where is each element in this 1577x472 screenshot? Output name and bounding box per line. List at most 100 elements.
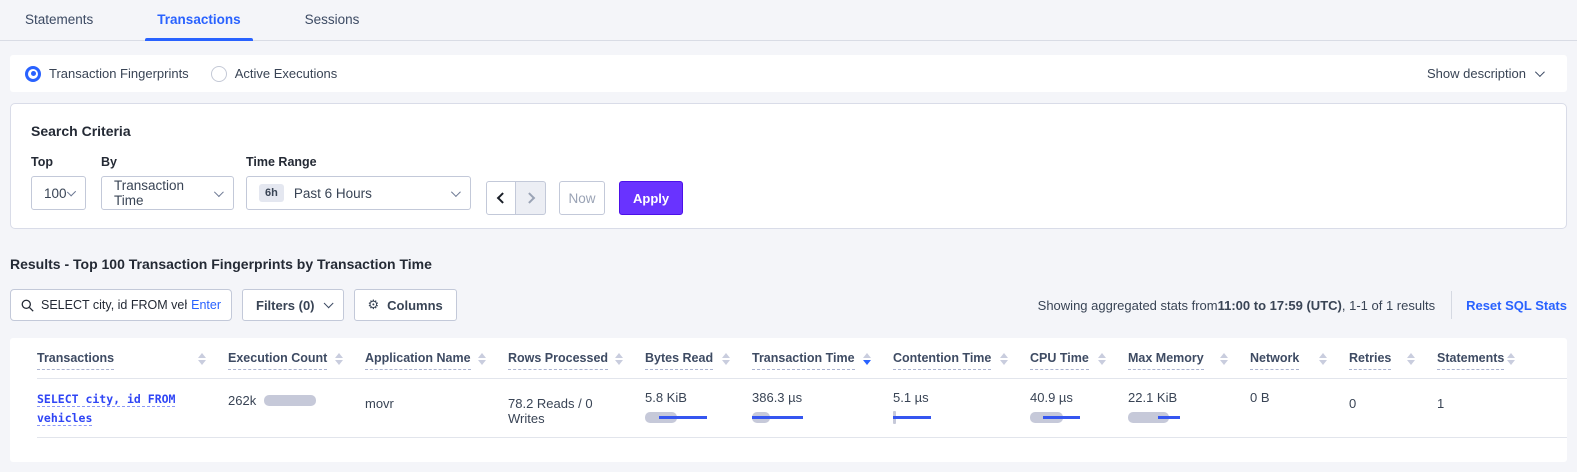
columns-button[interactable]: ⚙ Columns	[354, 289, 457, 321]
sort-icon[interactable]	[1000, 353, 1008, 365]
cell-transaction-time: 386.3 µs	[752, 390, 893, 437]
by-select[interactable]: Transaction Time	[101, 176, 234, 210]
filters-label: Filters (0)	[256, 298, 315, 313]
column-header-statements: Statements	[1437, 351, 1537, 374]
radio-selected-icon	[25, 66, 41, 82]
column-header-label[interactable]: Bytes Read	[645, 351, 713, 370]
time-range-value: Past 6 Hours	[294, 186, 372, 201]
cell-statements: 1	[1437, 390, 1537, 437]
chevron-down-icon	[451, 187, 461, 197]
chevron-right-icon	[523, 192, 534, 203]
transaction-fingerprint-link[interactable]: SELECT city, id FROM vehicles	[37, 390, 206, 428]
column-header-label[interactable]: Transaction Time	[752, 351, 855, 370]
column-header-network: Network	[1250, 351, 1349, 374]
top-field: Top 100	[31, 155, 101, 215]
column-header-max-memory: Max Memory	[1128, 351, 1250, 374]
transaction-time-bar	[752, 412, 871, 423]
top-select[interactable]: 100	[31, 176, 86, 210]
search-enter-button[interactable]: Enter	[191, 298, 221, 312]
column-header-contention-time: Contention Time	[893, 351, 1030, 374]
sort-icon[interactable]	[1407, 353, 1415, 365]
tab-sessions[interactable]: Sessions	[293, 0, 372, 40]
next-time-button[interactable]	[516, 181, 546, 215]
apply-button[interactable]: Apply	[619, 181, 683, 215]
sort-icon[interactable]	[1319, 353, 1327, 365]
time-range-select[interactable]: 6h Past 6 Hours	[246, 176, 471, 210]
cell-max-memory: 22.1 KiB	[1128, 390, 1250, 437]
execution-count-value: 262k	[228, 393, 256, 408]
stats-range: 11:00 to 17:59 (UTC)	[1218, 298, 1342, 313]
previous-time-button[interactable]	[486, 181, 516, 215]
table-header-row: Transactions Execution Count Application…	[37, 338, 1567, 374]
reset-sql-stats-link[interactable]: Reset SQL Stats	[1466, 298, 1567, 313]
radio-transaction-fingerprints[interactable]: Transaction Fingerprints	[25, 66, 189, 82]
cpu-time-bar	[1030, 412, 1106, 423]
search-criteria-card: Search Criteria Top 100 By Transaction T…	[10, 103, 1567, 229]
cell-transaction: SELECT city, id FROM vehicles	[37, 390, 228, 437]
top-label: Top	[31, 155, 101, 169]
retries-value: 0	[1349, 396, 1356, 411]
bytes-read-value: 5.8 KiB	[645, 390, 687, 405]
search-input[interactable]	[41, 298, 187, 312]
cell-application-name: movr	[365, 390, 508, 437]
column-header-label[interactable]: Rows Processed	[508, 351, 608, 370]
by-select-value: Transaction Time	[114, 178, 214, 208]
column-header-rows-processed: Rows Processed	[508, 351, 645, 374]
sort-icon[interactable]	[1220, 353, 1228, 365]
sort-icon[interactable]	[478, 353, 486, 365]
aggregated-stats-text: Showing aggregated stats from 11:00 to 1…	[1038, 298, 1435, 313]
column-header-transactions: Transactions	[37, 351, 228, 374]
chevron-down-icon	[323, 298, 333, 308]
cell-bytes-read: 5.8 KiB	[645, 390, 752, 437]
search-criteria-title: Search Criteria	[31, 123, 1546, 139]
sort-icon[interactable]	[1507, 353, 1515, 365]
column-header-label[interactable]: Execution Count	[228, 351, 327, 370]
sort-icon[interactable]	[722, 353, 730, 365]
chevron-down-icon	[66, 187, 76, 197]
max-memory-bar	[1128, 412, 1228, 423]
results-title: Results - Top 100 Transaction Fingerprin…	[10, 256, 1567, 272]
transactions-page: Statements Transactions Sessions Transac…	[0, 0, 1577, 462]
column-header-bytes-read: Bytes Read	[645, 351, 752, 374]
column-header-label[interactable]: Max Memory	[1128, 351, 1204, 370]
cell-contention-time: 5.1 µs	[893, 390, 1030, 437]
column-header-label[interactable]: Contention Time	[893, 351, 991, 370]
tab-statements[interactable]: Statements	[13, 0, 105, 40]
network-value: 0 B	[1250, 390, 1270, 405]
column-header-cpu-time: CPU Time	[1030, 351, 1128, 374]
column-header-label[interactable]: Network	[1250, 351, 1299, 370]
radio-active-executions[interactable]: Active Executions	[211, 66, 338, 82]
contention-time-value: 5.1 µs	[893, 390, 929, 405]
filters-button[interactable]: Filters (0)	[242, 289, 344, 321]
sort-icon[interactable]	[335, 353, 343, 365]
by-field: By Transaction Time	[101, 155, 246, 215]
sort-icon[interactable]	[615, 353, 623, 365]
application-name-value: movr	[365, 396, 394, 411]
search-icon	[21, 299, 34, 312]
column-header-label[interactable]: CPU Time	[1030, 351, 1089, 370]
results-controls: Enter Filters (0) ⚙ Columns Showing aggr…	[10, 289, 1567, 321]
show-description-label: Show description	[1427, 66, 1526, 81]
table-row: SELECT city, id FROM vehicles 262k movr	[37, 378, 1567, 438]
time-nav-group	[486, 181, 546, 215]
columns-label: Columns	[387, 298, 443, 313]
column-header-label[interactable]: Statements	[1437, 351, 1504, 370]
by-label: By	[101, 155, 246, 169]
time-range-badge: 6h	[259, 184, 284, 202]
show-description-toggle[interactable]: Show description	[1427, 66, 1542, 81]
cpu-time-value: 40.9 µs	[1030, 390, 1073, 405]
now-button[interactable]: Now	[559, 181, 605, 215]
tab-transactions[interactable]: Transactions	[145, 0, 252, 40]
transactions-table: Transactions Execution Count Application…	[10, 338, 1567, 462]
radio-label: Active Executions	[235, 66, 338, 81]
column-header-label[interactable]: Retries	[1349, 351, 1391, 370]
column-header-label[interactable]: Transactions	[37, 351, 114, 370]
search-box: Enter	[10, 289, 232, 321]
cell-network: 0 B	[1250, 390, 1349, 437]
sort-icon[interactable]	[1098, 353, 1106, 365]
cell-cpu-time: 40.9 µs	[1030, 390, 1128, 437]
chevron-down-icon	[214, 187, 224, 197]
sort-icon[interactable]	[198, 353, 206, 365]
sort-icon-active-desc[interactable]	[863, 353, 871, 365]
column-header-label[interactable]: Application Name	[365, 351, 471, 370]
